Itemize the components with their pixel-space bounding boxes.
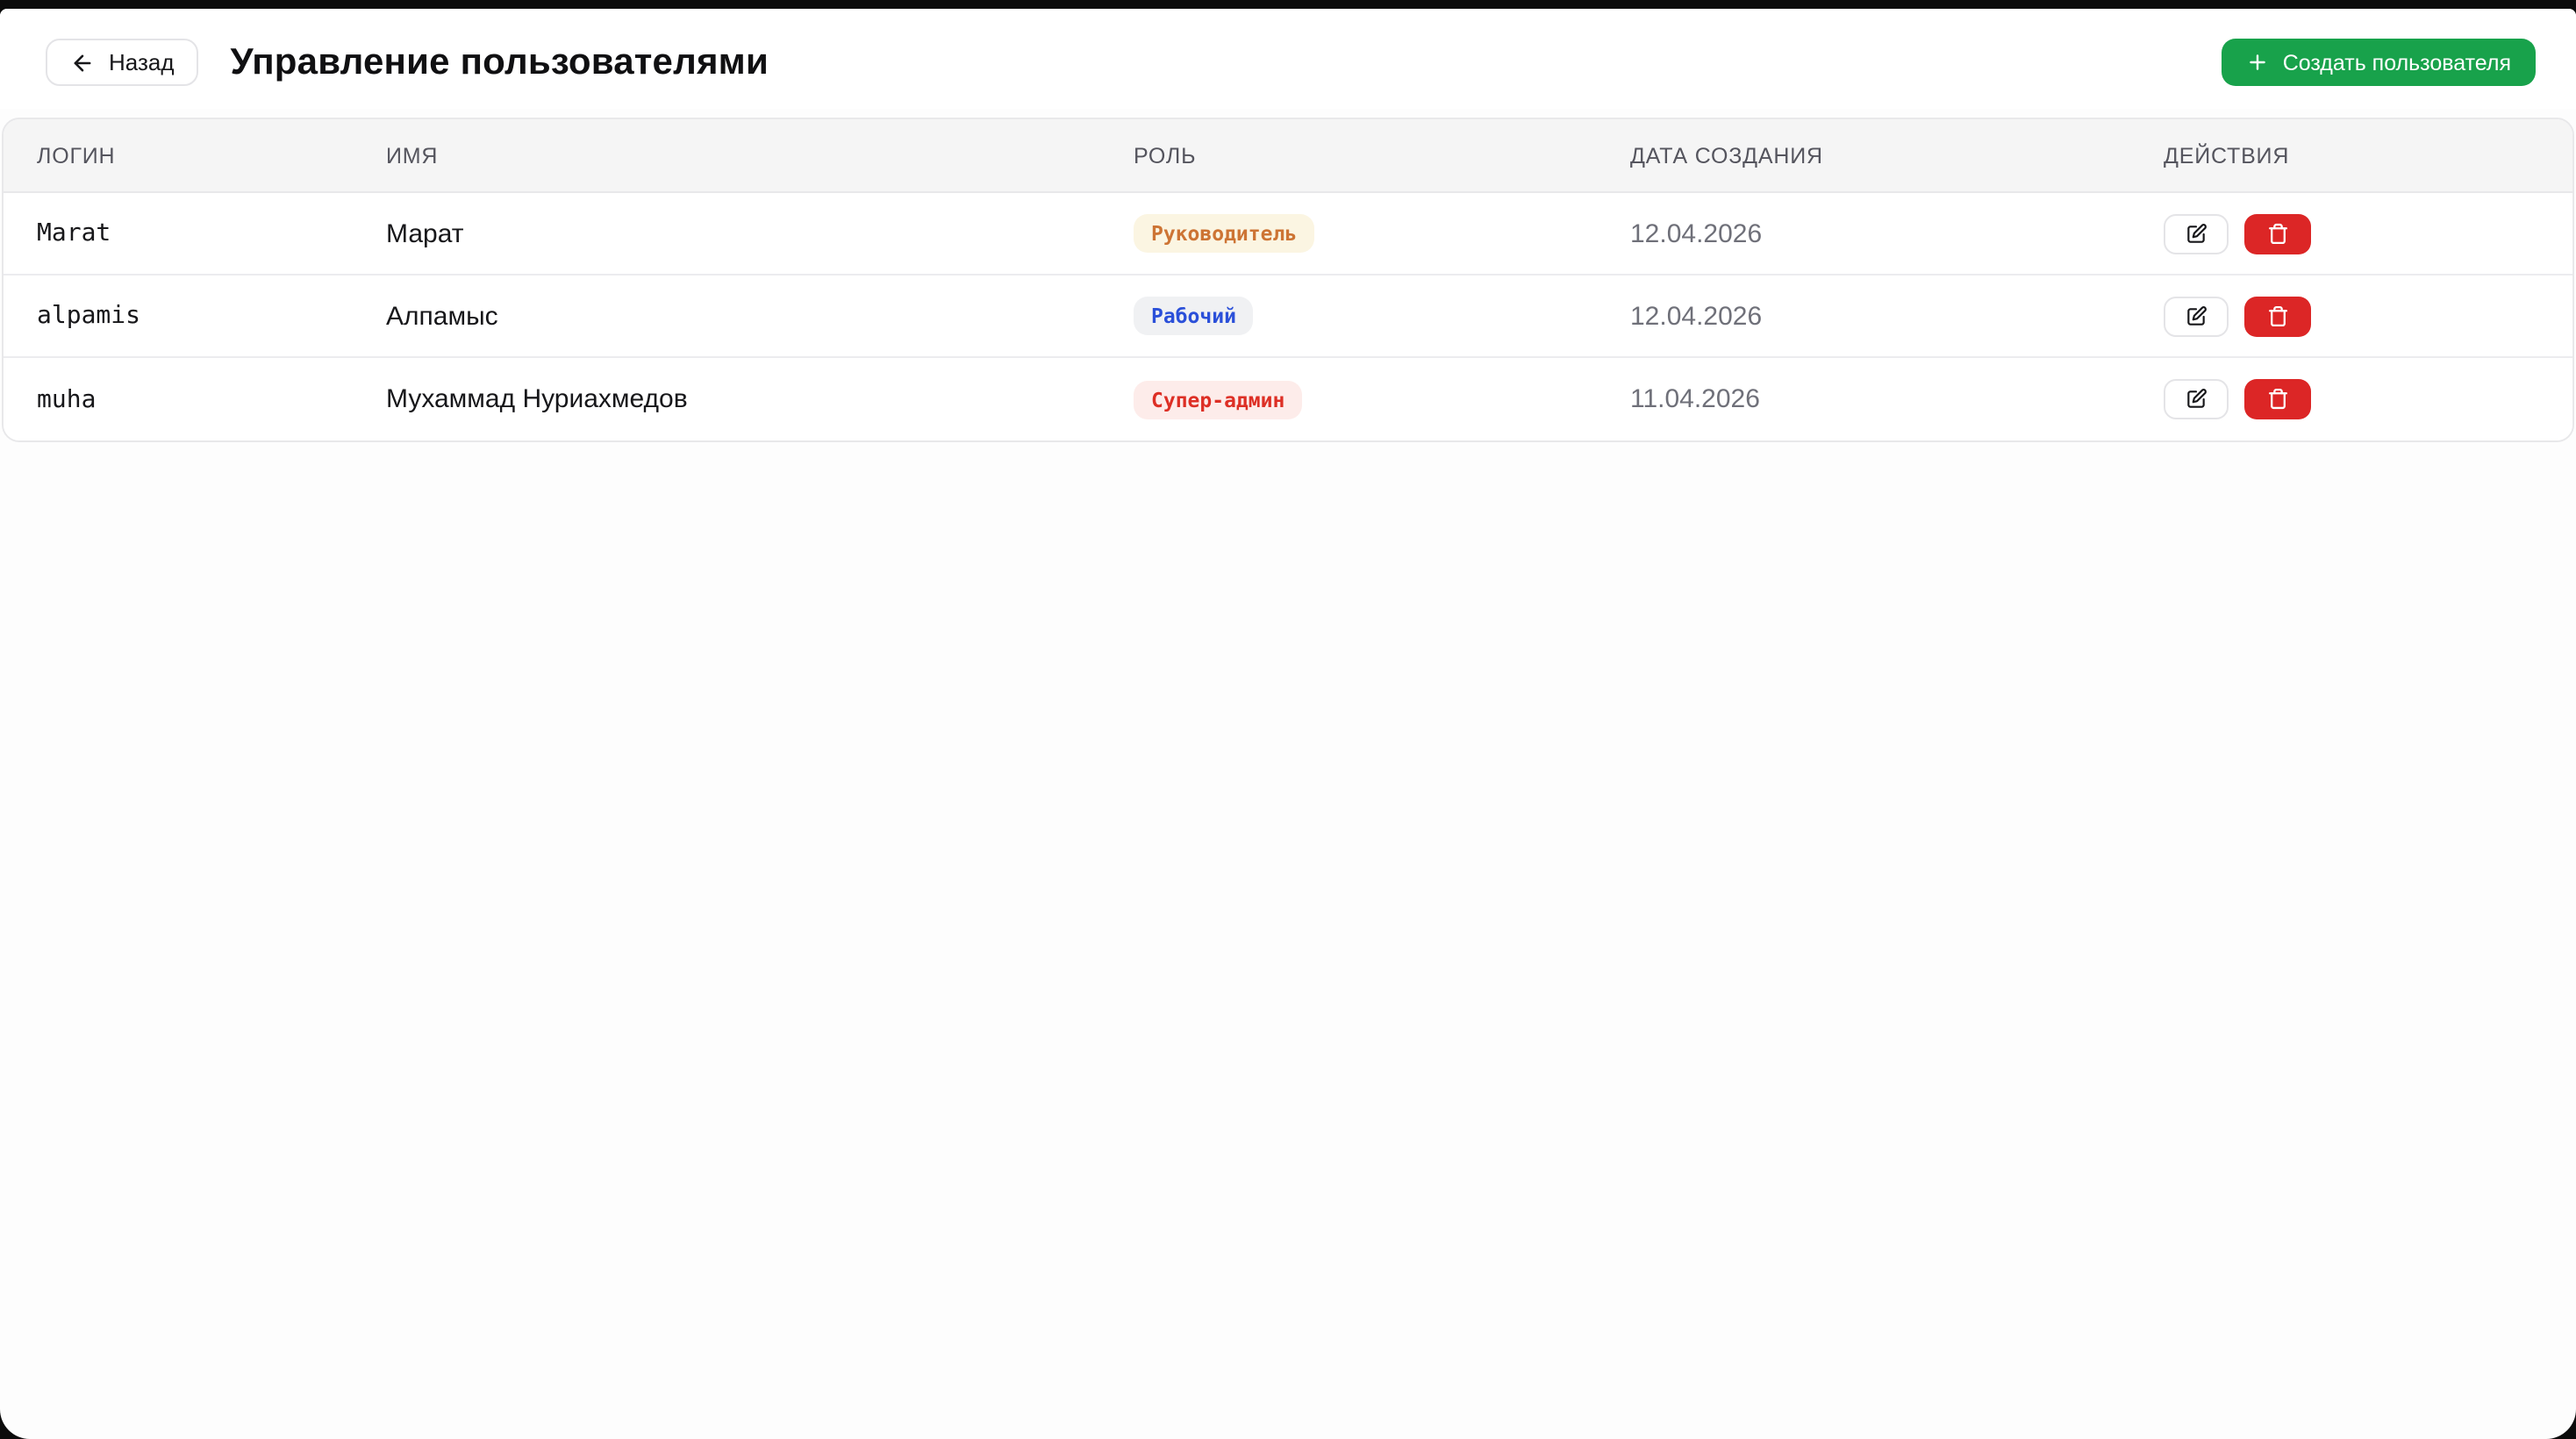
user-name: Марат [386, 218, 464, 248]
edit-pencil-square-icon [2185, 222, 2207, 245]
user-login: alpamis [37, 302, 141, 330]
trash-icon [2267, 223, 2289, 245]
plus-icon [2246, 51, 2269, 74]
column-header-actions: ДЕЙСТВИЯ [2164, 143, 2290, 168]
users-table: ЛОГИН ИМЯ РОЛЬ ДАТА СОЗДАНИЯ ДЕЙСТВИЯ Ma… [2, 118, 2574, 442]
create-user-button-label: Создать пользователя [2282, 50, 2511, 75]
column-header-created: ДАТА СОЗДАНИЯ [1630, 143, 1823, 168]
row-actions [2164, 213, 2572, 254]
back-button[interactable]: Назад [46, 39, 199, 86]
user-name: Алпамыс [386, 301, 498, 331]
delete-user-button[interactable] [2244, 296, 2311, 336]
edit-user-button[interactable] [2164, 213, 2229, 254]
role-badge: Руководитель [1134, 214, 1315, 253]
back-button-label: Назад [109, 49, 175, 75]
user-login: muha [37, 385, 97, 413]
edit-pencil-square-icon [2185, 304, 2207, 327]
app-window: Назад Управление пользователями Создать … [0, 0, 2576, 1439]
table-header-row: ЛОГИН ИМЯ РОЛЬ ДАТА СОЗДАНИЯ ДЕЙСТВИЯ [4, 119, 2572, 193]
user-role-cell: Рабочий [1134, 297, 1630, 335]
page-title: Управление пользователями [230, 41, 769, 82]
user-login: Marat [37, 219, 111, 247]
user-role-cell: Супер-админ [1134, 380, 1630, 419]
create-user-button[interactable]: Создать пользователя [2221, 39, 2536, 86]
column-header-role: РОЛЬ [1134, 143, 1197, 168]
row-actions [2164, 296, 2572, 336]
role-badge: Супер-админ [1134, 380, 1303, 419]
table-row: alpamis Алпамыс Рабочий 12.04.2026 [4, 276, 2572, 358]
trash-icon [2267, 305, 2289, 327]
edit-user-button[interactable] [2164, 379, 2229, 419]
table-row: muha Мухаммад Нуриахмедов Супер-админ 11… [4, 358, 2572, 440]
page-header: Назад Управление пользователями Создать … [0, 9, 2576, 109]
table-row: Marat Марат Руководитель 12.04.2026 [4, 193, 2572, 276]
trash-icon [2267, 389, 2289, 411]
row-actions [2164, 379, 2572, 419]
window-top-frame [0, 0, 2576, 9]
edit-pencil-square-icon [2185, 388, 2207, 411]
user-created-date: 12.04.2026 [1630, 218, 1763, 248]
user-role-cell: Руководитель [1134, 214, 1630, 253]
arrow-left-icon [70, 50, 95, 75]
delete-user-button[interactable] [2244, 213, 2311, 254]
user-created-date: 12.04.2026 [1630, 301, 1763, 331]
user-created-date: 11.04.2026 [1630, 384, 1760, 414]
role-badge: Рабочий [1134, 297, 1254, 335]
column-header-name: ИМЯ [386, 143, 439, 168]
edit-user-button[interactable] [2164, 296, 2229, 336]
user-name: Мухаммад Нуриахмедов [386, 384, 688, 414]
delete-user-button[interactable] [2244, 379, 2311, 419]
page-content: Назад Управление пользователями Создать … [0, 9, 2576, 1439]
column-header-login: ЛОГИН [37, 143, 116, 168]
